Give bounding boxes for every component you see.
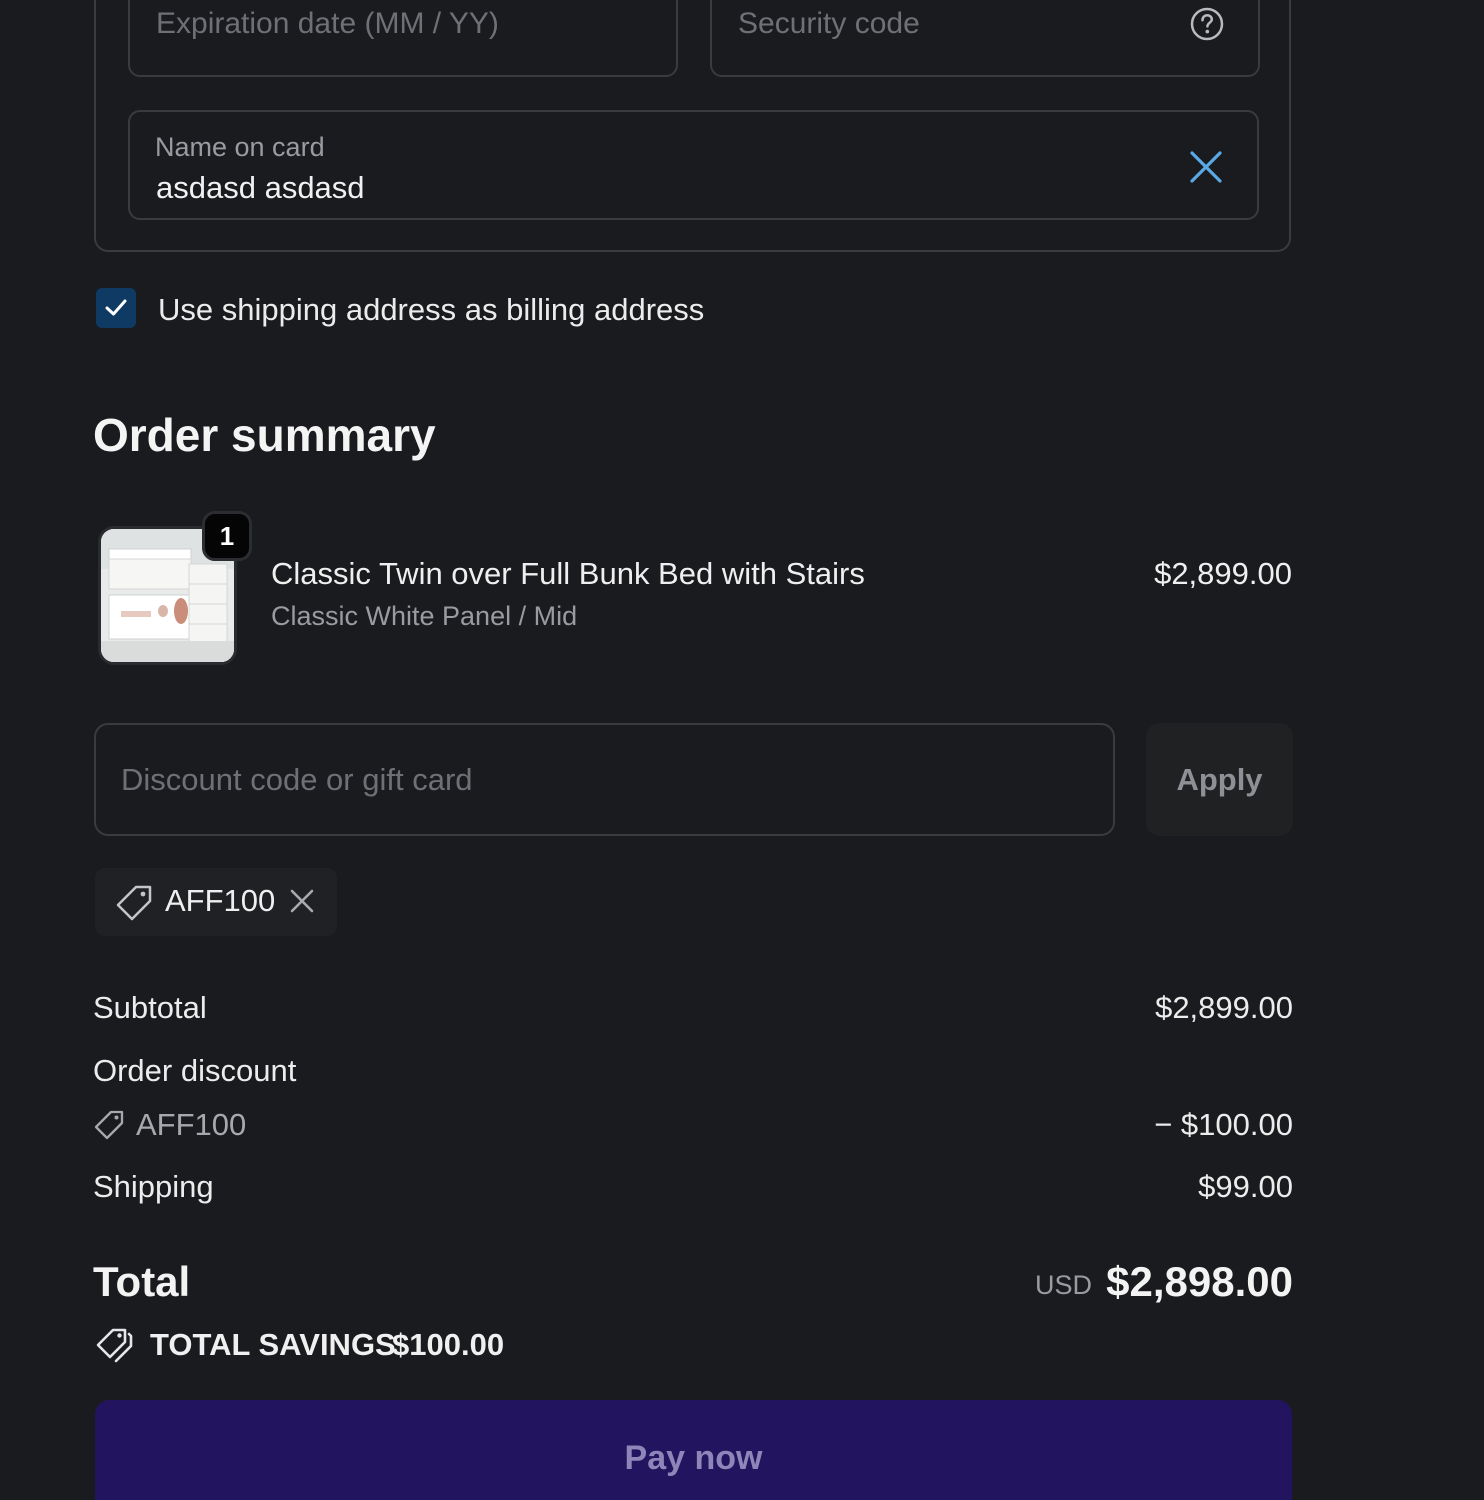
quantity-badge: 1	[202, 511, 252, 561]
discount-code-placeholder: Discount code or gift card	[121, 761, 473, 797]
shipping-value: $99.00	[1198, 1169, 1293, 1204]
security-code-placeholder: Security code	[738, 6, 920, 40]
help-icon[interactable]	[1190, 7, 1224, 41]
billing-checkbox[interactable]	[96, 288, 136, 328]
checkout-page: Expiration date (MM / YY) Security code …	[0, 0, 1484, 1500]
name-on-card-value[interactable]: asdasd asdasd	[156, 170, 365, 206]
check-icon	[105, 299, 127, 316]
order-discount-label: Order discount	[93, 1053, 297, 1088]
total-savings-label: TOTAL SAVINGS	[150, 1327, 396, 1362]
name-on-card-label: Name on card	[155, 132, 325, 162]
apply-button[interactable]: Apply	[1146, 723, 1293, 836]
total-value: $2,898.00	[1106, 1258, 1293, 1305]
close-icon[interactable]	[289, 888, 315, 914]
expiration-date-placeholder: Expiration date (MM / YY)	[156, 6, 499, 40]
shipping-label: Shipping	[93, 1169, 214, 1204]
clear-icon[interactable]	[1189, 150, 1223, 184]
name-on-card-field[interactable]: Name on card asdasd asdasd	[128, 110, 1259, 220]
order-discount-value: − $100.00	[1154, 1107, 1293, 1142]
tag-icon	[94, 1110, 124, 1140]
discount-code-input[interactable]: Discount code or gift card	[94, 723, 1115, 836]
product-price: $2,899.00	[1154, 556, 1292, 591]
product-variant: Classic White Panel / Mid	[271, 601, 578, 631]
billing-checkbox-label[interactable]: Use shipping address as billing address	[158, 292, 704, 328]
pay-now-button[interactable]: Pay now	[95, 1400, 1292, 1500]
applied-discount-chip: AFF100	[95, 868, 337, 936]
total-label: Total	[93, 1258, 191, 1305]
tags-icon	[96, 1328, 133, 1363]
applied-discount-code: AFF100	[165, 883, 276, 918]
total-savings-value: $100.00	[392, 1327, 505, 1362]
order-discount-code-text: AFF100	[136, 1107, 247, 1142]
order-summary-title: Order summary	[93, 409, 436, 461]
security-code-field[interactable]: Security code	[710, 0, 1260, 77]
expiration-date-field[interactable]: Expiration date (MM / YY)	[128, 0, 678, 77]
total-currency: USD	[1034, 1270, 1092, 1300]
product-name: Classic Twin over Full Bunk Bed with Sta…	[271, 556, 865, 591]
subtotal-label: Subtotal	[93, 990, 207, 1025]
tag-icon	[116, 885, 152, 921]
subtotal-value: $2,899.00	[1155, 990, 1293, 1025]
